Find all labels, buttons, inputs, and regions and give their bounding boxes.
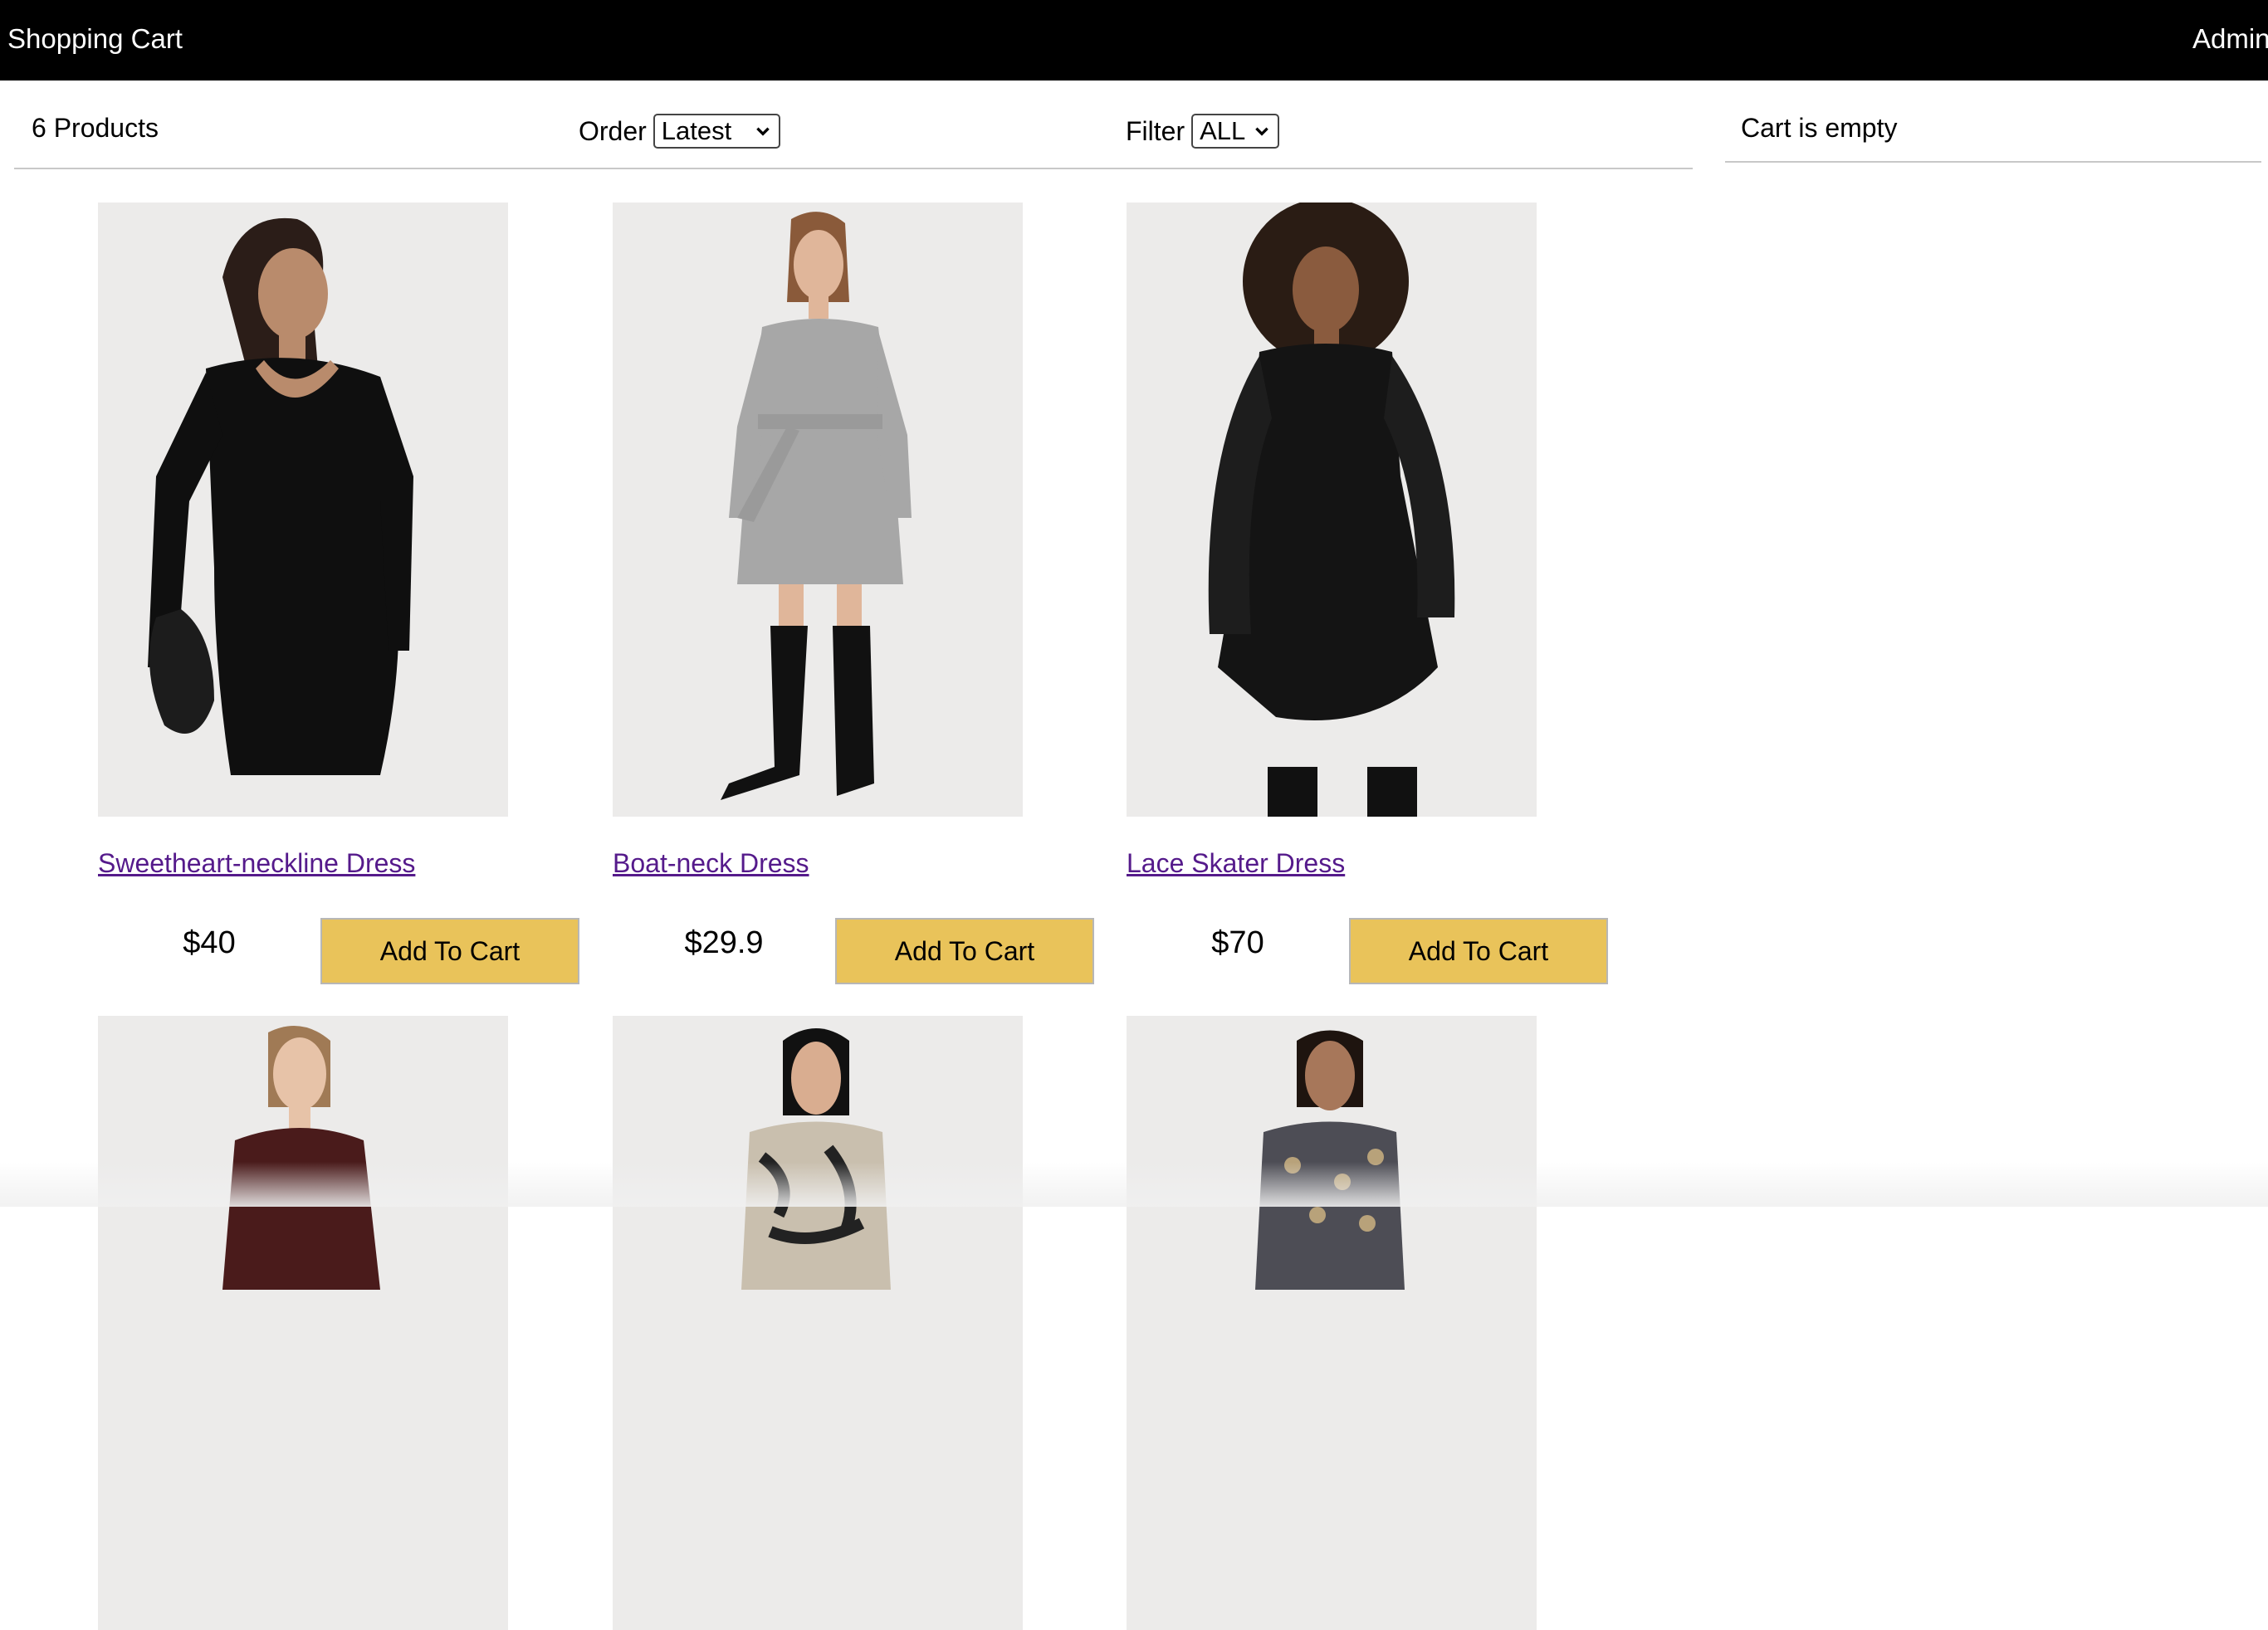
product-image[interactable] [1127, 1016, 1537, 1630]
filter-select-value: ALL [1200, 116, 1246, 145]
product-title-link[interactable]: Boat-neck Dress [613, 847, 809, 880]
dress-photo-icon [98, 1016, 508, 1630]
product-price: $29.9 [684, 925, 764, 960]
product-price: $40 [183, 925, 236, 960]
add-to-cart-button[interactable]: Add To Cart [835, 918, 1094, 984]
product-image[interactable] [613, 1016, 1023, 1630]
product-price: $70 [1211, 925, 1264, 960]
dress-photo-icon [1127, 1016, 1537, 1630]
product-image[interactable] [613, 203, 1023, 817]
filter-bar: 6 Products Order Latest Filter ALL [14, 81, 1693, 169]
cart-status: Cart is empty [1741, 113, 1898, 143]
cart-panel: Cart is empty [1725, 81, 2261, 163]
dress-photo-icon [613, 1016, 1023, 1630]
dress-photo-icon [613, 203, 1023, 817]
add-to-cart-button[interactable]: Add To Cart [320, 918, 579, 984]
filter-label: Filter [1126, 116, 1185, 146]
order-select-value: Latest [661, 116, 732, 145]
order-control: Order Latest [579, 114, 780, 149]
dress-photo-icon [98, 203, 508, 817]
filter-control: Filter ALL [1126, 114, 1280, 149]
brand-link[interactable]: Shopping Cart [7, 22, 183, 56]
add-to-cart-button[interactable]: Add To Cart [1349, 918, 1608, 984]
filter-select[interactable]: ALL [1191, 114, 1280, 149]
product-image[interactable] [98, 1016, 508, 1630]
product-count: 6 Products [32, 113, 159, 143]
order-select[interactable]: Latest [653, 114, 780, 149]
chevron-down-icon [756, 127, 770, 136]
product-title-link[interactable]: Lace Skater Dress [1127, 847, 1345, 880]
product-image[interactable] [1127, 203, 1537, 817]
top-navbar: Shopping Cart Admin [0, 0, 2268, 81]
dress-photo-icon [1127, 203, 1537, 817]
product-image[interactable] [98, 203, 508, 817]
admin-link[interactable]: Admin [2192, 22, 2268, 56]
chevron-down-icon [1255, 127, 1268, 136]
product-title-link[interactable]: Sweetheart-neckline Dress [98, 847, 415, 880]
order-label: Order [579, 116, 647, 146]
